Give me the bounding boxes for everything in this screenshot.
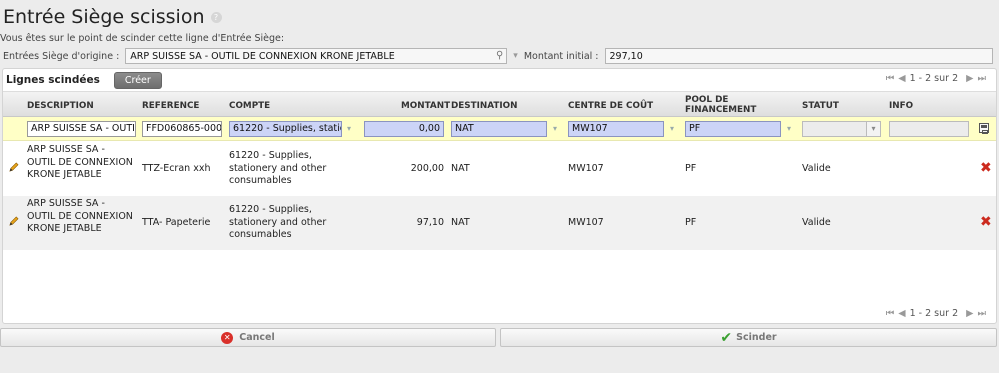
- centre-input[interactable]: MW107: [568, 121, 664, 137]
- search-icon[interactable]: ⚲: [496, 50, 503, 61]
- next-page-icon[interactable]: ▶: [966, 73, 973, 84]
- save-icon[interactable]: [979, 123, 989, 134]
- footer-bar: ✕ Cancel ✔ Scinder: [0, 328, 999, 348]
- chevron-down-icon[interactable]: ▾: [787, 124, 791, 133]
- origin-value: ARP SUISSE SA - OUTIL DE CONNEXION KRONE…: [130, 51, 395, 62]
- panel-header: Lignes scindées Créer ⏮ ◀ 1 - 2 sur 2 ▶ …: [3, 69, 996, 91]
- table-row: ARP SUISSE SA - OUTIL DE CONNEXION KRONE…: [3, 142, 996, 196]
- pager-bottom: ⏮ ◀ 1 - 2 sur 2 ▶ ⏭: [882, 308, 986, 319]
- initial-amount-field: 297,10: [604, 48, 993, 64]
- last-page-icon[interactable]: ⏭: [977, 73, 986, 84]
- chevron-down-icon[interactable]: ▾: [553, 124, 557, 133]
- delete-icon[interactable]: ✖: [980, 215, 992, 229]
- scinder-label: Scinder: [736, 332, 777, 343]
- amount-label: Montant initial :: [523, 50, 599, 62]
- col-statut[interactable]: STATUT: [802, 101, 839, 111]
- delete-icon[interactable]: ✖: [980, 161, 992, 175]
- pager-text: 1 - 2 sur 2: [909, 308, 959, 319]
- description-input[interactable]: ARP SUISSE SA - OUTIL DE CONNEXION KRONE…: [27, 121, 136, 137]
- row-montant: 97,10: [416, 217, 444, 228]
- row-pool: PF: [685, 163, 697, 174]
- pager-text: 1 - 2 sur 2: [909, 73, 959, 84]
- col-montant[interactable]: MONTANT: [401, 101, 450, 111]
- next-page-icon[interactable]: ▶: [966, 308, 973, 319]
- origin-field[interactable]: ARP SUISSE SA - OUTIL DE CONNEXION KRONE…: [125, 48, 508, 64]
- create-button[interactable]: Créer: [113, 71, 162, 89]
- first-page-icon[interactable]: ⏮: [886, 308, 895, 319]
- cancel-button[interactable]: ✕ Cancel: [0, 328, 496, 347]
- cancel-label: Cancel: [239, 332, 275, 343]
- chevron-down-icon[interactable]: ▾: [513, 51, 518, 61]
- row-reference: TTA- Papeterie: [142, 217, 211, 228]
- row-centre: MW107: [568, 163, 604, 174]
- statut-select: ▾: [802, 121, 881, 137]
- cancel-icon: ✕: [221, 331, 234, 344]
- row-pool: PF: [685, 217, 697, 228]
- montant-input[interactable]: 0,00: [364, 121, 444, 137]
- col-destination[interactable]: DESTINATION: [451, 101, 518, 111]
- col-compte[interactable]: COMPTE: [229, 101, 270, 111]
- chevron-down-icon[interactable]: ▾: [347, 124, 351, 133]
- destination-input[interactable]: NAT: [451, 121, 547, 137]
- prev-page-icon[interactable]: ◀: [898, 73, 905, 84]
- col-pool[interactable]: POOL DE FINANCEMENT: [685, 95, 765, 115]
- split-notice: Vous êtes sur le point de scinder cette …: [0, 33, 285, 44]
- row-description: ARP SUISSE SA - OUTIL DE CONNEXION KRONE…: [27, 198, 133, 234]
- edit-row: ARP SUISSE SA - OUTIL DE CONNEXION KRONE…: [3, 117, 996, 141]
- pool-input[interactable]: PF: [685, 121, 781, 137]
- page-title: Entrée Siège scission: [3, 6, 205, 28]
- row-compte: 61220 - Supplies, stationery and other c…: [229, 150, 327, 186]
- row-compte: 61220 - Supplies, stationery and other c…: [229, 204, 327, 240]
- col-reference[interactable]: REFERENCE: [142, 101, 199, 111]
- pencil-icon[interactable]: [8, 216, 19, 227]
- row-statut: Valide: [802, 163, 831, 174]
- reference-input[interactable]: FFD060865-000: [142, 121, 222, 137]
- table-header: DESCRIPTION REFERENCE COMPTE MONTANT DES…: [3, 91, 996, 117]
- chevron-down-icon: ▾: [866, 122, 880, 136]
- help-icon[interactable]: ?: [210, 11, 222, 23]
- origin-label: Entrées Siège d'origine :: [3, 50, 120, 62]
- first-page-icon[interactable]: ⏮: [886, 73, 895, 84]
- col-description[interactable]: DESCRIPTION: [27, 101, 94, 111]
- col-info[interactable]: INFO: [889, 101, 913, 111]
- row-montant: 200,00: [410, 163, 444, 174]
- panel-title: Lignes scindées: [6, 74, 100, 86]
- checkmark-icon: ✔: [720, 329, 733, 346]
- pager-top: ⏮ ◀ 1 - 2 sur 2 ▶ ⏭: [882, 73, 986, 84]
- chevron-down-icon[interactable]: ▾: [670, 124, 674, 133]
- prev-page-icon[interactable]: ◀: [898, 308, 905, 319]
- compte-input[interactable]: 61220 - Supplies, stationery and other c…: [229, 121, 342, 137]
- title-row: Entrée Siège scission ?: [3, 4, 222, 30]
- scinder-button[interactable]: ✔ Scinder: [500, 328, 997, 347]
- split-lines-panel: Lignes scindées Créer ⏮ ◀ 1 - 2 sur 2 ▶ …: [2, 68, 997, 324]
- row-destination: NAT: [451, 217, 470, 228]
- last-page-icon[interactable]: ⏭: [977, 308, 986, 319]
- origin-row: Entrées Siège d'origine : ARP SUISSE SA …: [3, 47, 993, 65]
- row-description: ARP SUISSE SA - OUTIL DE CONNEXION KRONE…: [27, 144, 133, 180]
- pencil-icon[interactable]: [8, 162, 19, 173]
- row-centre: MW107: [568, 217, 604, 228]
- row-destination: NAT: [451, 163, 470, 174]
- row-reference: TTZ-Ecran xxh: [142, 163, 211, 174]
- table-row: ARP SUISSE SA - OUTIL DE CONNEXION KRONE…: [3, 196, 996, 250]
- col-centre[interactable]: CENTRE DE COÛT: [568, 101, 653, 111]
- info-input[interactable]: [889, 121, 969, 137]
- row-statut: Valide: [802, 217, 831, 228]
